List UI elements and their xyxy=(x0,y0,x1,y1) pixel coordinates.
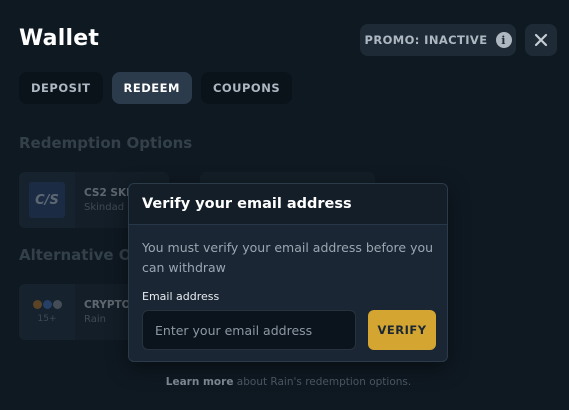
page-title: Wallet xyxy=(19,26,100,51)
option-subtitle: Skindad xyxy=(84,202,125,213)
promo-label: PROMO: INACTIVE xyxy=(364,33,488,47)
alternative-options-title: Alternative Op xyxy=(19,246,143,264)
promo-status-badge[interactable]: PROMO: INACTIVE i xyxy=(360,24,516,56)
modal-message: You must verify your email address befor… xyxy=(142,240,434,275)
tab-deposit[interactable]: DEPOSIT xyxy=(19,72,103,104)
option-name: CS2 SKI xyxy=(84,187,131,199)
option-logo: C/S xyxy=(19,172,75,228)
close-button[interactable] xyxy=(525,24,557,56)
email-label: Email address xyxy=(142,290,220,303)
email-input[interactable] xyxy=(142,310,356,350)
option-name: CRYPTO xyxy=(84,299,131,311)
tab-coupons[interactable]: COUPONS xyxy=(200,72,293,104)
tab-redeem[interactable]: REDEEM xyxy=(111,72,192,104)
option-subtitle: Rain xyxy=(84,314,106,325)
wallet-tabs: DEPOSIT REDEEM COUPONS xyxy=(19,72,293,104)
footer-text: about Rain's redemption options. xyxy=(233,376,412,388)
close-icon xyxy=(534,33,548,47)
redemption-footer-note: Learn more about Rain's redemption optio… xyxy=(0,376,569,388)
info-icon[interactable]: i xyxy=(495,32,512,48)
verify-button[interactable]: VERIFY xyxy=(368,310,436,350)
redemption-options-title: Redemption Options xyxy=(19,134,193,152)
cs2-logo-icon: C/S xyxy=(29,182,65,218)
learn-more-link[interactable]: Learn more xyxy=(166,376,234,388)
option-logo: 15+ xyxy=(19,284,75,340)
crypto-coins-icon xyxy=(32,300,62,309)
modal-title: Verify your email address xyxy=(129,184,447,225)
crypto-count: 15+ xyxy=(37,314,57,324)
verify-email-modal: Verify your email address You must verif… xyxy=(128,183,448,362)
